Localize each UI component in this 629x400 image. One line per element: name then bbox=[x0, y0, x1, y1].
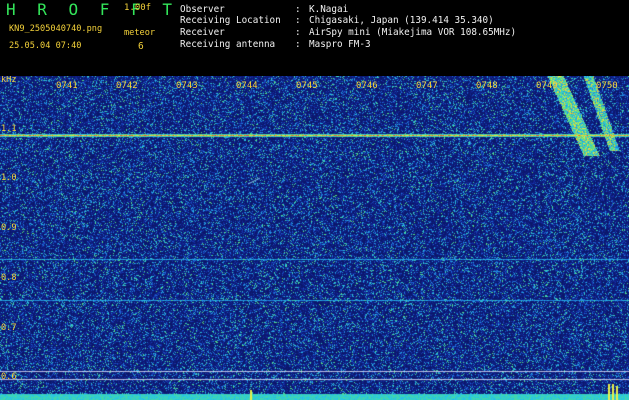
time-tick-label: 0749 bbox=[536, 81, 558, 91]
meteor-count-label: meteor bbox=[124, 28, 156, 38]
info-key: Receiving Location bbox=[180, 15, 281, 26]
info-row-location: Receiving Location: Chigasaki, Japan (139… bbox=[180, 15, 494, 27]
info-row-antenna: Receiving antenna: Maspro FM-3 bbox=[180, 39, 371, 51]
meteor-count-value: 6 bbox=[138, 41, 144, 52]
y-tick-label: 1.1 bbox=[1, 124, 17, 134]
y-axis-unit: kHz bbox=[1, 76, 17, 85]
info-key: Receiver bbox=[180, 27, 225, 38]
time-tick-label: 0743 bbox=[176, 81, 198, 91]
y-tick-label: 0.7 bbox=[1, 323, 17, 333]
info-colon: : bbox=[295, 27, 301, 38]
time-tick-label: 0742 bbox=[116, 81, 138, 91]
info-colon: : bbox=[295, 15, 301, 26]
spectrogram-panel: kHz 1.1 1.0 0.9 0.8 0.7 0.6 0741 0742 07… bbox=[0, 76, 629, 400]
image-filename: KN9_2505040740.png bbox=[9, 24, 103, 34]
time-tick-label: 0747 bbox=[416, 81, 438, 91]
time-tick-label: 0745 bbox=[296, 81, 318, 91]
spectrogram-canvas bbox=[0, 76, 629, 400]
time-tick-label: 0748 bbox=[476, 81, 498, 91]
observation-datetime: 25.05.04 07:40 bbox=[9, 41, 82, 51]
info-colon: : bbox=[295, 4, 301, 15]
y-tick-label: 0.6 bbox=[1, 372, 17, 382]
app-title: H R O F F T bbox=[6, 0, 178, 19]
info-row-receiver: Receiver: AirSpy mini (Miakejima VOR 108.… bbox=[180, 27, 516, 39]
info-colon: : bbox=[295, 39, 301, 50]
time-tick-label: 0744 bbox=[236, 81, 258, 91]
info-value: Chigasaki, Japan (139.414 35.340) bbox=[309, 15, 494, 26]
info-key: Receiving antenna bbox=[180, 39, 276, 50]
y-tick-label: 0.8 bbox=[1, 273, 17, 283]
info-key: Observer bbox=[180, 4, 225, 15]
info-value: Maspro FM-3 bbox=[309, 39, 371, 50]
info-value: AirSpy mini (Miakejima VOR 108.65MHz) bbox=[309, 27, 517, 38]
y-tick-label: 1.0 bbox=[1, 173, 17, 183]
y-tick-label: 0.9 bbox=[1, 223, 17, 233]
header-panel: H R O F F T 1.00f KN9_2505040740.png 25.… bbox=[0, 0, 629, 76]
info-value: K.Nagai bbox=[309, 4, 349, 15]
time-tick-label: 0741 bbox=[56, 81, 78, 91]
time-tick-label: 0746 bbox=[356, 81, 378, 91]
time-tick-label: 0750 bbox=[596, 81, 618, 91]
app-version: 1.00f bbox=[124, 3, 152, 13]
